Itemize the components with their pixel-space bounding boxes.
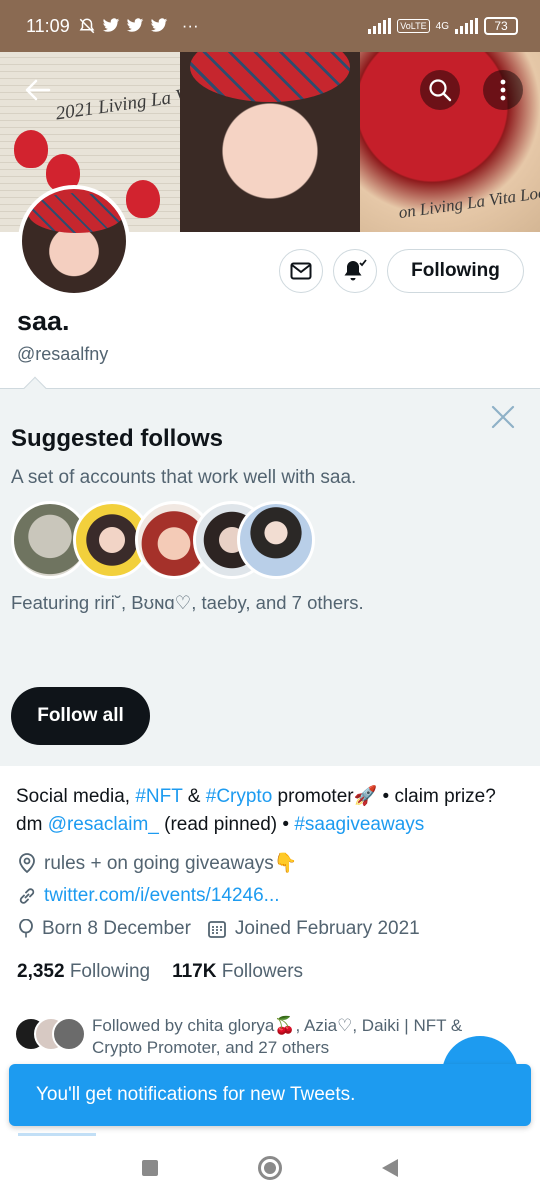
signal-icon — [368, 18, 392, 34]
suggested-follows-panel: Suggested follows A set of accounts that… — [0, 376, 540, 766]
location-icon — [19, 853, 35, 873]
mutual-avatars — [14, 1013, 86, 1053]
notifications-button[interactable] — [333, 249, 377, 293]
mail-icon — [290, 262, 312, 280]
link-icon — [19, 888, 35, 904]
status-bar: 11:09 ··· VoLTE 4G 73 — [0, 0, 540, 52]
profile-location: rules + on going giveaways👇 — [18, 851, 297, 875]
back-nav-button[interactable] — [382, 1159, 398, 1177]
dismiss-suggestions-button[interactable] — [489, 403, 517, 431]
hashtag-link[interactable]: #saagiveaways — [294, 814, 424, 835]
strawberry-shape — [126, 180, 160, 218]
username-handle: @resaalfny — [17, 344, 109, 364]
followed-by-avatars[interactable] — [14, 1013, 86, 1053]
more-vertical-icon — [500, 79, 506, 101]
home-button[interactable] — [258, 1156, 282, 1180]
twitter-bird-icon — [126, 18, 143, 32]
recent-apps-button[interactable] — [142, 1160, 158, 1176]
network-type: 4G — [435, 20, 449, 32]
search-icon — [429, 79, 452, 102]
battery-icon: 73 — [484, 17, 518, 35]
banner-newspaper-text: on Living La Vita Local — [397, 180, 540, 223]
following-count: 2,352 — [17, 961, 65, 982]
banner-newspaper-text: 2021 Living La Vita Loca — [54, 77, 180, 125]
notification-toast: You'll get notifications for new Tweets. — [9, 1064, 531, 1126]
bio-text: & — [182, 786, 206, 807]
bio-text: (read pinned) • — [158, 814, 295, 835]
close-icon — [491, 405, 515, 429]
following-stat[interactable]: 2,352 Following — [17, 961, 150, 983]
followed-by-text[interactable]: Followed by chita glorya🍒, Azia♡, Daiki … — [92, 1015, 492, 1059]
hashtag-link[interactable]: #Crypto — [206, 786, 273, 807]
display-name: saa. — [17, 306, 70, 336]
profile-bio: Social media, #NFT & #Crypto promoter🚀 •… — [16, 783, 516, 839]
suggested-follows-description: A set of accounts that work well with sa… — [11, 467, 357, 488]
message-button[interactable] — [279, 249, 323, 293]
panel-pointer — [23, 376, 47, 400]
twitter-bird-icon — [150, 18, 167, 32]
status-right: VoLTE 4G 73 — [368, 17, 518, 35]
following-button[interactable]: Following — [387, 249, 524, 293]
suggested-avatar[interactable] — [237, 501, 315, 579]
followers-stat[interactable]: 117K Followers — [172, 961, 303, 983]
banner-portrait-photo — [180, 52, 360, 232]
back-arrow-icon — [25, 79, 51, 101]
birthday-text: Born 8 December — [42, 918, 191, 939]
plaid-beret-shape — [28, 193, 124, 233]
twitter-bird-icon — [102, 18, 119, 32]
following-label: Following — [69, 961, 151, 982]
bell-icon — [344, 259, 367, 281]
calendar-icon — [208, 921, 226, 938]
mention-link[interactable]: @resaclaim_ — [48, 814, 159, 835]
location-text: rules + on going giveaways👇 — [44, 853, 298, 874]
volte-badge: VoLTE — [397, 19, 430, 33]
hashtag-link[interactable]: #NFT — [135, 786, 182, 807]
status-notification-icons: ··· — [78, 16, 199, 36]
more-options-button[interactable] — [483, 70, 523, 110]
follow-all-button[interactable]: Follow all — [11, 687, 150, 745]
joined-text: Joined February 2021 — [234, 918, 420, 939]
bio-text: Social media, — [16, 786, 136, 807]
follow-stats: 2,352 Following 117K Followers — [17, 961, 303, 983]
status-time: 11:09 — [26, 15, 70, 36]
profile-avatar[interactable] — [18, 185, 130, 297]
search-button[interactable] — [420, 70, 460, 110]
suggested-featuring-text: Featuring riri˘, Bʊɴɑ♡, taeby, and 7 oth… — [11, 592, 364, 613]
balloon-icon — [19, 919, 33, 938]
followers-label: Followers — [221, 961, 304, 982]
profile-website[interactable]: twitter.com/i/events/14246... — [18, 885, 280, 907]
profile-dates: Born 8 December Joined February 2021 — [18, 918, 420, 940]
status-more: ··· — [181, 16, 199, 35]
followers-count: 117K — [172, 961, 217, 982]
mute-bell-icon — [79, 18, 95, 34]
back-button[interactable] — [18, 70, 58, 110]
suggested-follows-title: Suggested follows — [11, 425, 224, 452]
signal-icon — [455, 18, 478, 34]
strawberry-shape — [14, 130, 48, 168]
website-link[interactable]: twitter.com/i/events/14246... — [44, 885, 280, 907]
mutual-avatar — [52, 1017, 86, 1051]
plaid-beret-shape — [190, 52, 350, 102]
android-nav-bar — [0, 1136, 540, 1200]
